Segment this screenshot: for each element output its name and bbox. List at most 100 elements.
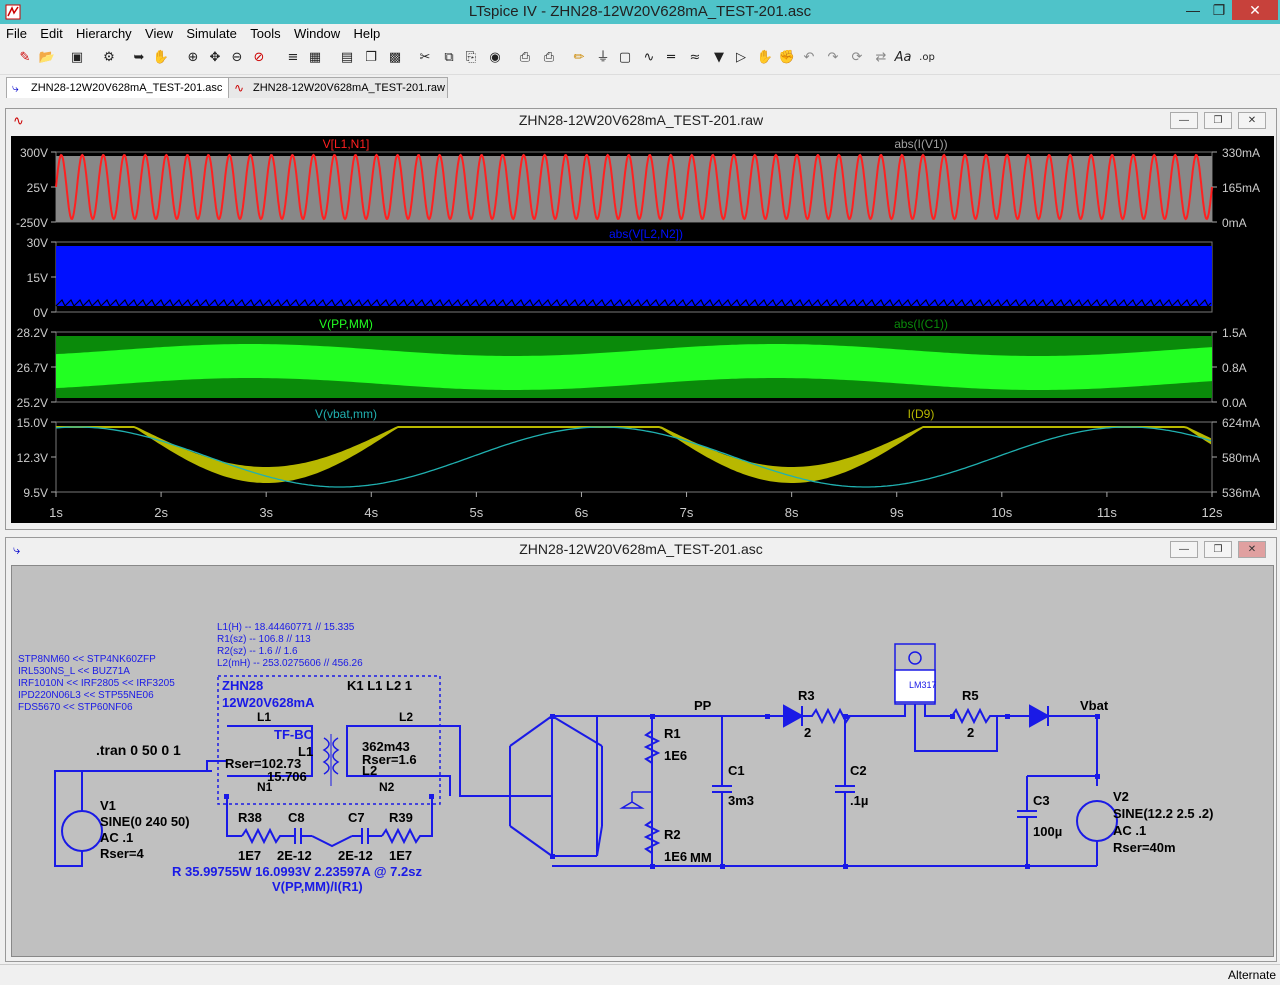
r3-name[interactable]: R3 [798,688,815,703]
menu-edit[interactable]: Edit [40,24,62,44]
new-schematic-icon[interactable]: ✎ [16,49,34,67]
restore-icon[interactable]: ❐ [1206,0,1232,20]
print-setup-icon[interactable]: ⎙ [516,49,534,67]
menu-tools[interactable]: Tools [250,24,280,44]
menu-hierarchy[interactable]: Hierarchy [76,24,132,44]
tab-waveform-label: ZHN28-12W20V628mA_TEST-201.raw [253,82,445,94]
r1-name: R1 [664,726,681,741]
x-tick-label: 8s [785,505,799,520]
zoom-fit-icon[interactable]: ⊘ [250,49,268,67]
pan-icon[interactable]: ✥ [206,49,224,67]
c3-name[interactable]: C3 [1033,793,1050,808]
tran-directive[interactable]: .tran 0 50 0 1 [96,742,181,758]
mirror-icon[interactable]: ⇄ [872,49,890,67]
restore-icon[interactable]: ❐ [1204,112,1232,129]
regulator-label: LM317 [909,680,937,690]
wire-icon[interactable]: ✏ [570,49,588,67]
control-panel-icon[interactable]: ⚙ [100,49,118,67]
v1-ac: AC .1 [100,830,134,845]
param-line: L1(H) -- 18.44460771 // 15.335 [217,622,355,633]
r39-value: 1E7 [389,848,413,863]
c8-name[interactable]: C8 [288,810,305,825]
menu-window[interactable]: Window [294,24,340,44]
y-tick-label: 12.3V [17,451,48,465]
c2-name[interactable]: C2 [850,763,867,778]
c7-value: 2E-12 [338,848,373,863]
minimize-icon[interactable]: — [1170,541,1198,558]
zoom-out-icon[interactable]: ⊖ [228,49,246,67]
autorange-icon[interactable]: ≡ [284,49,302,67]
run-icon[interactable]: ➥ [130,49,148,67]
rser2-label: Rser=1.6 [362,752,417,767]
restore-icon[interactable]: ❐ [1204,541,1232,558]
schematic-icon: ⤷ [12,81,19,95]
zoom-full-icon[interactable]: ▦ [306,49,324,67]
find-icon[interactable]: ◉ [486,49,504,67]
label-net-icon[interactable]: ▢ [616,49,634,67]
v1-label[interactable]: V1 SINE(0 240 50) AC .1 Rser=4 [100,798,190,862]
net-mm: MM [690,850,712,865]
copy-icon[interactable]: ⧉ [440,49,458,67]
redo-icon[interactable]: ↷ [824,49,842,67]
open-icon[interactable]: 📂 [38,49,56,67]
y2-tick-label: 165mA [1222,181,1260,195]
spice-directive-icon[interactable]: .op [918,49,936,67]
r2-label[interactable]: R2 1E6 [664,824,687,868]
schematic-canvas[interactable]: LM317 STP8NM60 << STP4NK60ZFP IRL530NS_L… [11,565,1274,957]
move-icon[interactable]: ✋ [756,49,774,67]
print-icon[interactable]: ⎙ [540,49,558,67]
component-icon[interactable]: ▷ [732,49,750,67]
y-tick-label: 15.0V [17,416,48,430]
r39-name[interactable]: R39 [389,810,413,825]
tab-waveform[interactable]: ∿ ZHN28-12W20V628mA_TEST-201.raw [228,77,448,98]
cut-icon[interactable]: ✂ [416,49,434,67]
inductor-icon[interactable]: ≈ [686,49,704,67]
drag-icon[interactable]: ✊ [778,49,796,67]
halt-icon[interactable]: ✋ [152,49,170,67]
save-icon[interactable]: ▣ [68,49,86,67]
waveform-plot[interactable]: 1s 2s 3s 4s 5s 6s 7s 8s 9s 10s 11s 12s 300V 25V -250V 3… [11,136,1274,523]
r1-label[interactable]: R1 1E6 [664,723,687,767]
resistor-icon[interactable]: ∿ [640,49,658,67]
menu-view[interactable]: View [145,24,173,44]
text-icon[interactable]: Aa [894,49,912,67]
y-tick-label: 15V [27,271,48,285]
v2-label[interactable]: V2 SINE(12.2 2.5 .2) AC .1 Rser=40m [1113,788,1213,856]
diode-icon[interactable]: ▼ [710,49,728,67]
r5-name[interactable]: R5 [962,688,979,703]
close-icon[interactable]: ✕ [1232,0,1278,20]
status-bar: Alternate [0,964,1280,985]
tab-schematic[interactable]: ⤷ ZHN28-12W20V628mA_TEST-201.asc [6,77,231,98]
y2-tick-label: 1.5A [1222,326,1247,340]
zoom-in-icon[interactable]: ⊕ [184,49,202,67]
r38-name[interactable]: R38 [238,810,262,825]
v2-source [1076,800,1118,842]
undo-icon[interactable]: ↶ [800,49,818,67]
series-label-iv1: abs(I(V1)) [894,137,947,151]
l2-pin: L2 [399,710,414,724]
menu-file[interactable]: File [6,24,27,44]
transformer-type: TF-BC [274,727,313,742]
c1-name[interactable]: C1 [728,763,745,778]
paste-icon[interactable]: ⎘ [462,49,480,67]
capacitor-icon[interactable]: ═ [662,49,680,67]
r5-value: 2 [967,725,975,740]
tab-bar: ⤷ ZHN28-12W20V628mA_TEST-201.asc ∿ ZHN28… [0,75,1280,99]
ground-icon[interactable]: ⏚ [594,49,612,67]
menu-bar: File Edit Hierarchy View Simulate Tools … [0,24,1280,44]
minimize-icon[interactable]: — [1170,112,1198,129]
v2-rser: Rser=40m [1113,840,1176,855]
param-note: L1(H) -- 18.44460771 // 15.335 R1(sz) --… [217,622,363,670]
menu-help[interactable]: Help [354,24,381,44]
rotate-icon[interactable]: ⟳ [848,49,866,67]
tile-horizontal-icon[interactable]: ▤ [338,49,356,67]
close-icon[interactable]: ✕ [1238,112,1266,129]
close-windows-icon[interactable]: ▩ [386,49,404,67]
c7-name[interactable]: C7 [348,810,365,825]
r1-value: 1E6 [664,748,688,763]
close-icon[interactable]: ✕ [1238,541,1266,558]
minimize-icon[interactable]: — [1180,0,1206,20]
cascade-icon[interactable]: ❐ [362,49,380,67]
menu-simulate[interactable]: Simulate [186,24,237,44]
y-tick-label: 9.5V [23,486,48,500]
